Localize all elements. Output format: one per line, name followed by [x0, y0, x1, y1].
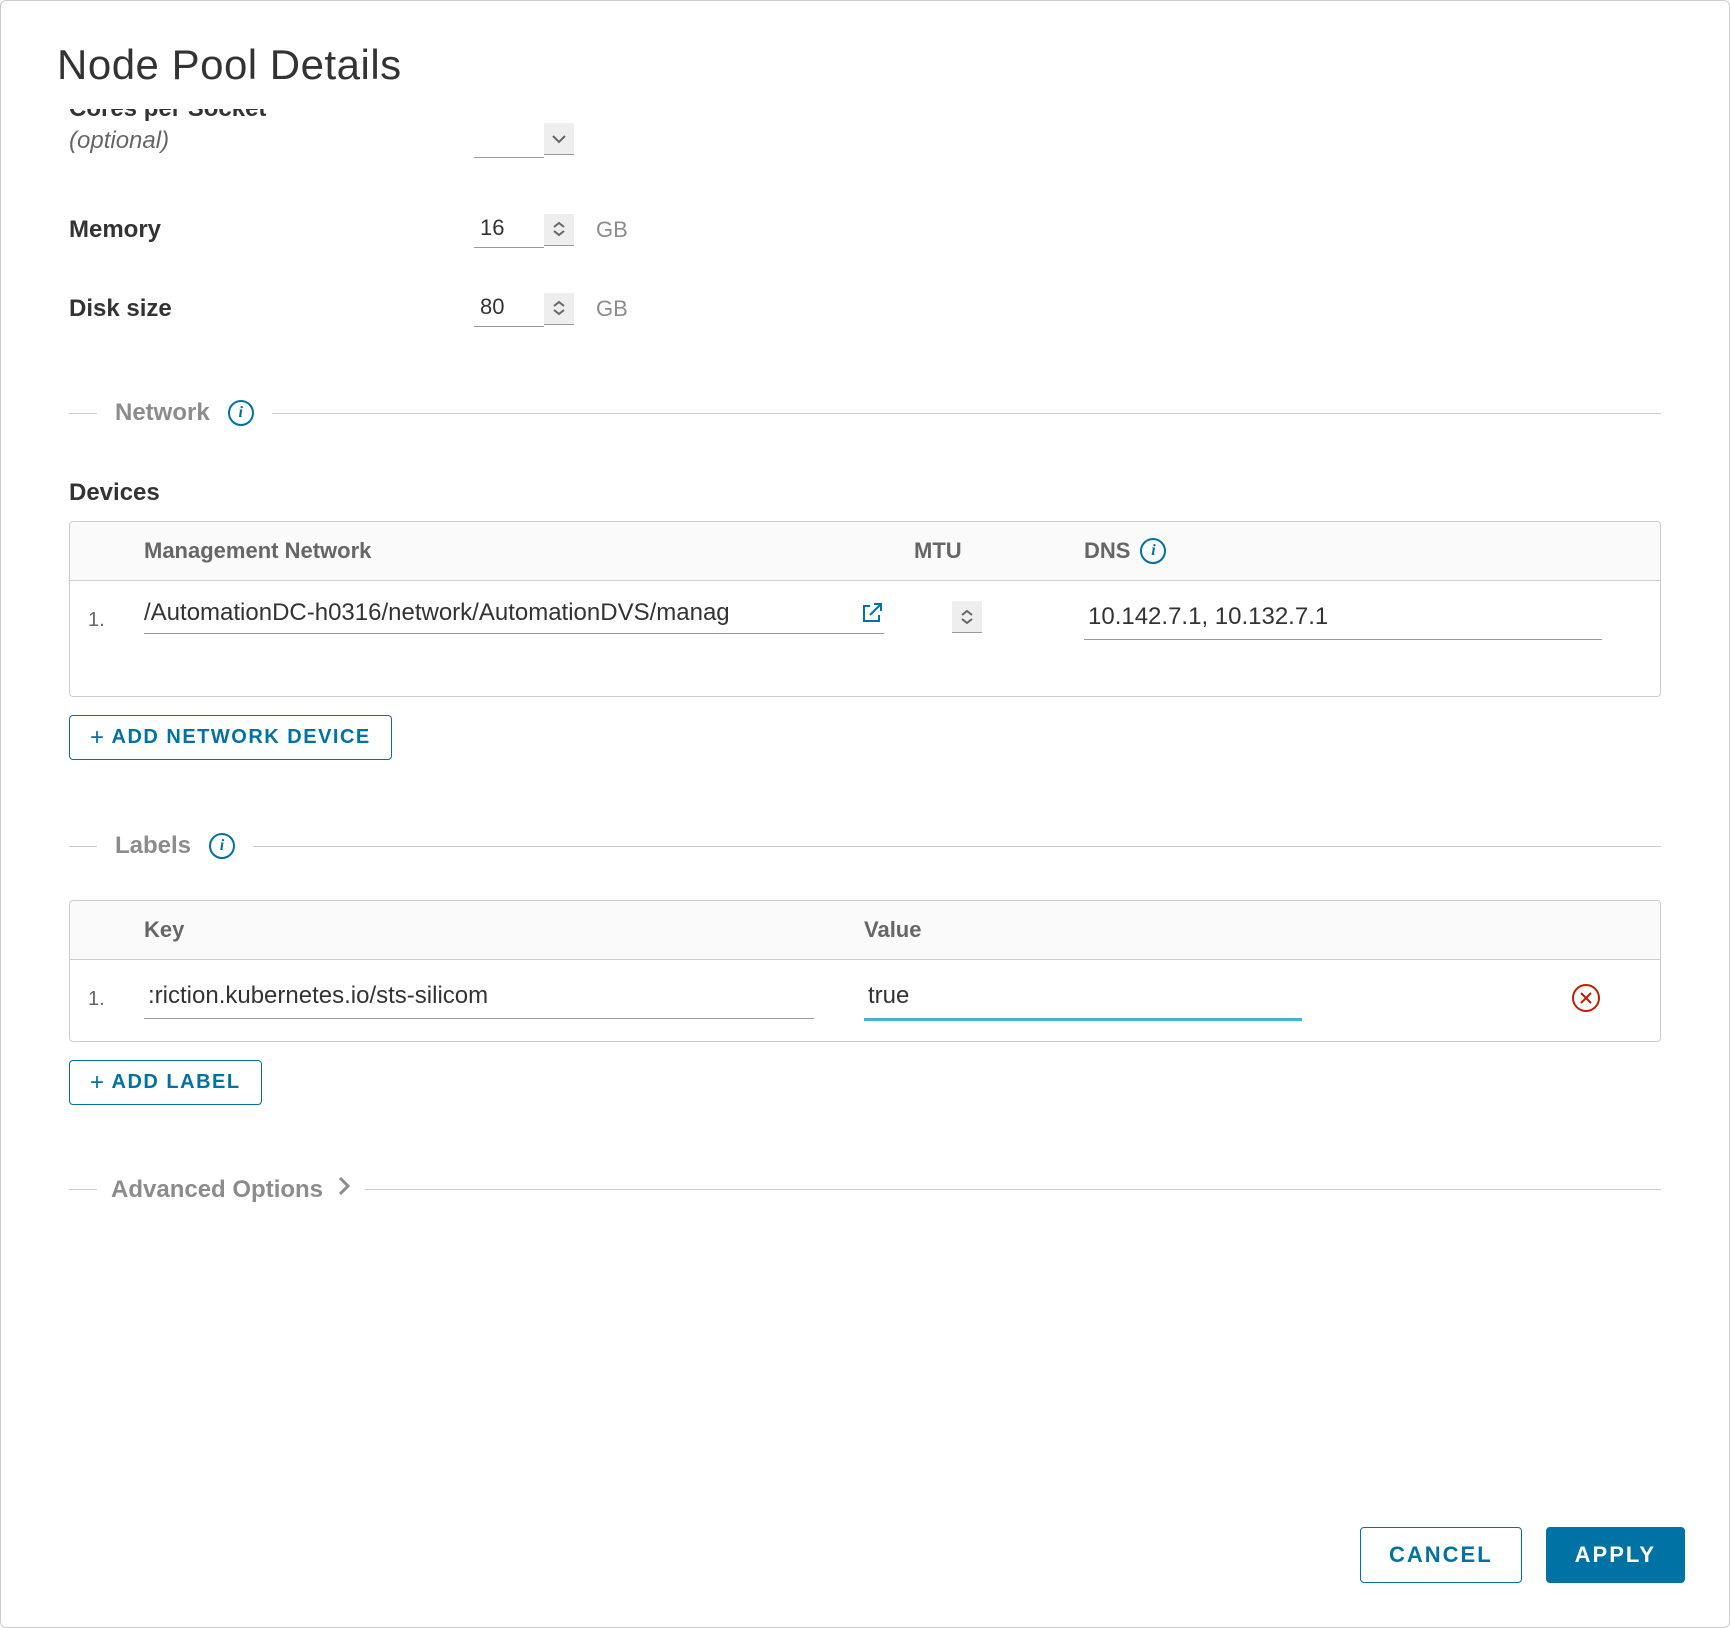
- label-memory: Memory: [69, 216, 474, 244]
- section-labels: Labels i: [69, 832, 1661, 860]
- add-label-button[interactable]: + ADD LABEL: [69, 1060, 262, 1105]
- info-icon[interactable]: i: [1140, 538, 1166, 564]
- add-label-label: ADD LABEL: [112, 1071, 241, 1094]
- col-dns: DNS i: [1084, 538, 1642, 564]
- label-cores-per-socket: Cores per Socket (optional): [69, 109, 474, 155]
- field-disk-size: GB: [474, 290, 628, 327]
- memory-input[interactable]: [474, 211, 544, 248]
- row-cores-per-socket: Cores per Socket (optional): [69, 109, 1661, 169]
- col-management-network: Management Network: [144, 538, 914, 564]
- col-key: Key: [144, 917, 864, 943]
- cores-per-socket-input[interactable]: [474, 121, 544, 158]
- row-disk-size: Disk size GB: [69, 290, 1661, 327]
- modal-body: Node Pool Details Cores per Socket (opti…: [1, 1, 1729, 1497]
- divider-line: [69, 846, 97, 847]
- divider-line: [365, 1189, 1661, 1190]
- stepper-down-icon: [552, 308, 566, 316]
- label-key-input[interactable]: [144, 978, 814, 1019]
- section-labels-title: Labels: [115, 832, 191, 860]
- cell-key: [144, 978, 864, 1019]
- mtu-stepper[interactable]: [952, 601, 982, 633]
- labels-table-row: 1.: [70, 960, 1660, 1041]
- devices-heading: Devices: [69, 479, 1661, 507]
- add-network-device-label: ADD NETWORK DEVICE: [112, 726, 371, 749]
- disk-size-stepper[interactable]: [544, 293, 574, 325]
- row-index: 1.: [88, 599, 144, 632]
- node-pool-details-modal: Node Pool Details Cores per Socket (opti…: [0, 0, 1730, 1628]
- cell-value: [864, 978, 1572, 1021]
- col-value: Value: [864, 917, 1572, 943]
- management-network-field[interactable]: /AutomationDC-h0316/network/AutomationDV…: [144, 599, 884, 634]
- divider-line: [253, 846, 1661, 847]
- advanced-options-title: Advanced Options: [111, 1176, 323, 1204]
- divider-line: [69, 413, 97, 414]
- devices-table-header: Management Network MTU DNS i: [70, 522, 1660, 581]
- col-mtu: MTU: [914, 538, 1084, 564]
- modal-footer: CANCEL APPLY: [1, 1497, 1729, 1627]
- label-value-input[interactable]: [864, 978, 1302, 1021]
- disk-size-unit: GB: [596, 296, 628, 322]
- info-icon[interactable]: i: [209, 833, 235, 859]
- divider-line: [69, 1189, 97, 1190]
- cell-management-network: /AutomationDC-h0316/network/AutomationDV…: [144, 599, 914, 634]
- label-disk-size: Disk size: [69, 295, 474, 323]
- cell-dns: [1084, 599, 1642, 640]
- stepper-down-icon: [960, 617, 974, 625]
- divider-line: [272, 413, 1661, 414]
- field-memory: GB: [474, 211, 628, 248]
- form-scroll-area: Cores per Socket (optional) Memory: [57, 109, 1673, 1204]
- stepper-up-icon: [552, 300, 566, 308]
- labels-table-header: Key Value: [70, 901, 1660, 960]
- page-title: Node Pool Details: [57, 41, 1673, 89]
- memory-stepper[interactable]: [544, 214, 574, 246]
- apply-button[interactable]: APPLY: [1546, 1527, 1685, 1583]
- external-link-icon[interactable]: [860, 601, 884, 625]
- devices-table-row: 1. /AutomationDC-h0316/network/Automatio…: [70, 581, 1660, 696]
- col-dns-label: DNS: [1084, 538, 1130, 564]
- section-advanced-options[interactable]: Advanced Options: [69, 1175, 1661, 1204]
- label-cores-per-socket-optional: (optional): [69, 127, 474, 155]
- labels-table: Key Value 1.: [69, 900, 1661, 1042]
- section-network: Network i: [69, 399, 1661, 427]
- stepper-down-icon: [552, 229, 566, 237]
- cancel-button[interactable]: CANCEL: [1360, 1527, 1522, 1583]
- row-index: 1.: [88, 978, 144, 1011]
- field-cores-per-socket: [474, 121, 574, 158]
- stepper-up-icon: [552, 221, 566, 229]
- memory-unit: GB: [596, 217, 628, 243]
- remove-label-button[interactable]: [1572, 984, 1600, 1012]
- row-memory: Memory GB: [69, 211, 1661, 248]
- chevron-right-icon: [337, 1175, 351, 1204]
- chevron-down-icon: [552, 134, 566, 144]
- cell-mtu: [914, 599, 1084, 633]
- cores-per-socket-dropdown[interactable]: [544, 123, 574, 155]
- disk-size-input[interactable]: [474, 290, 544, 327]
- devices-table: Management Network MTU DNS i 1. /Automat…: [69, 521, 1661, 697]
- add-network-device-button[interactable]: + ADD NETWORK DEVICE: [69, 715, 392, 760]
- section-network-title: Network: [115, 399, 210, 427]
- cell-actions: [1572, 978, 1642, 1012]
- management-network-value: /AutomationDC-h0316/network/AutomationDV…: [144, 599, 846, 627]
- dns-input[interactable]: [1084, 599, 1602, 640]
- close-icon: [1579, 991, 1593, 1005]
- stepper-up-icon: [960, 609, 974, 617]
- label-cores-per-socket-text: Cores per Socket: [69, 109, 266, 122]
- info-icon[interactable]: i: [228, 400, 254, 426]
